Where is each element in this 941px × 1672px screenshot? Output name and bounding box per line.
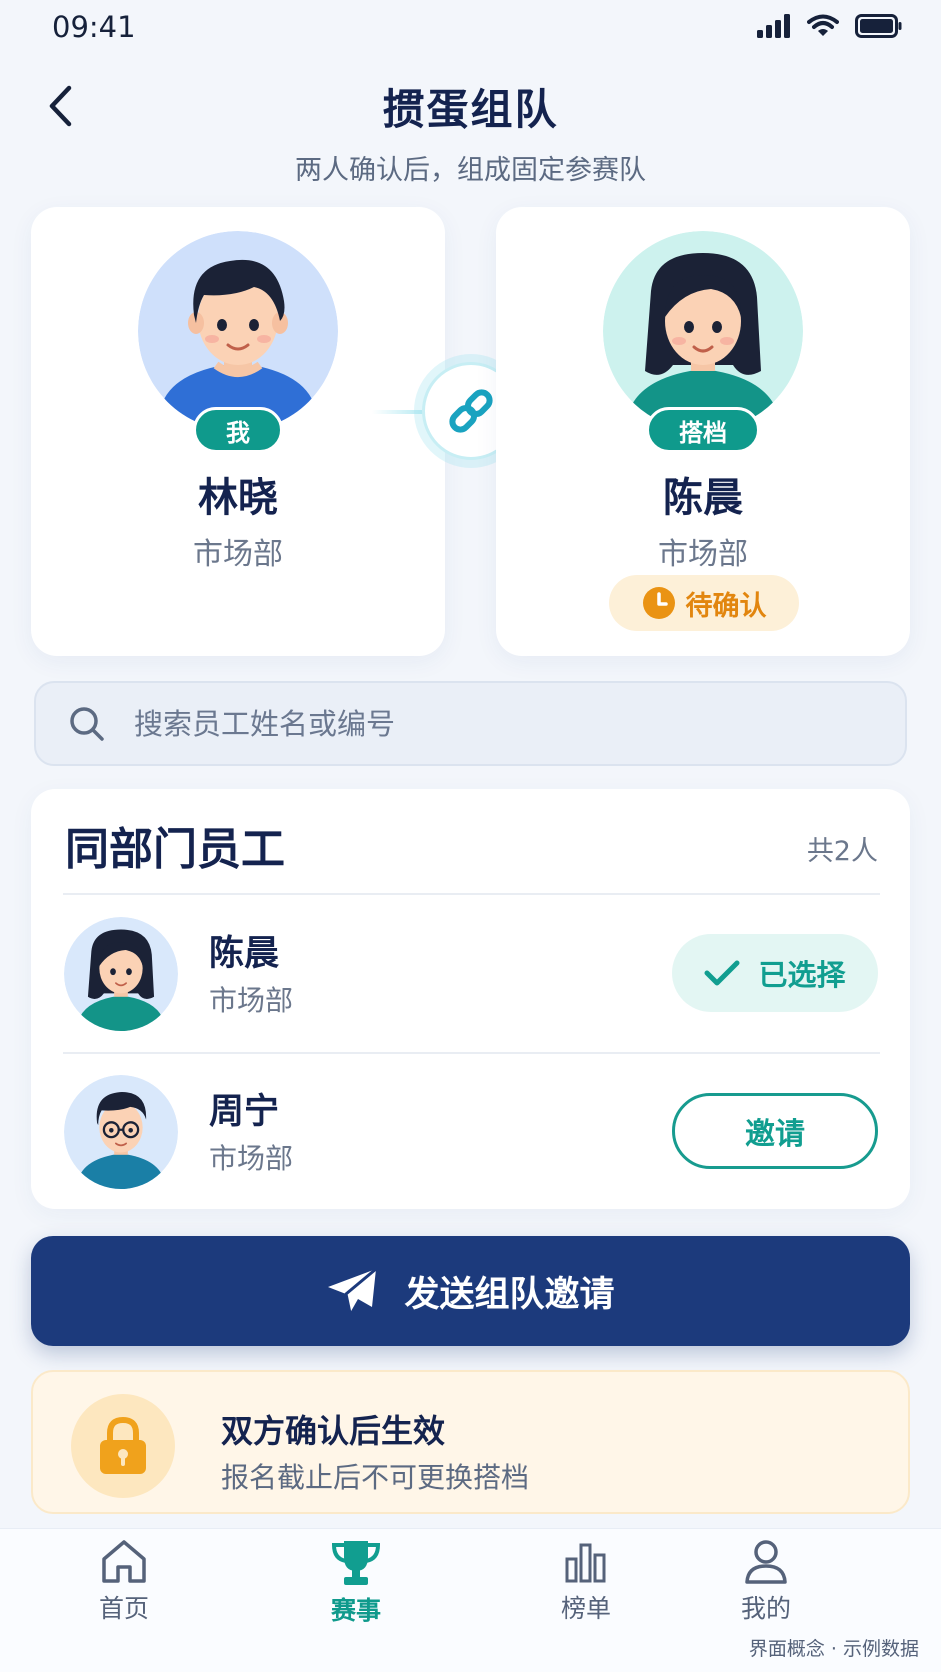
partner-tag-badge: 搭档 [646, 407, 760, 453]
trophy-icon [331, 1541, 381, 1585]
bar-chart-icon [565, 1543, 606, 1583]
paper-plane-icon [328, 1267, 378, 1314]
my-profile-card: 我 林晓 市场部 [31, 207, 445, 656]
nav-item-leaderboard[interactable]: 榜单 [521, 1539, 651, 1625]
nav-label: 首页 [98, 1594, 149, 1623]
colleague-department: 市场部 [209, 984, 294, 1017]
search-input[interactable] [134, 706, 834, 741]
colleague-avatar [64, 1075, 178, 1189]
my-department: 市场部 [193, 537, 283, 572]
status-time: 09:41 [52, 10, 136, 44]
partner-department: 市场部 [658, 537, 748, 572]
my-name: 林晓 [198, 475, 278, 521]
wifi-icon [807, 14, 839, 36]
clock-icon [642, 587, 675, 619]
list-title: 同部门员工 [65, 824, 285, 875]
list-count: 共2人 [806, 836, 878, 867]
home-icon [102, 1540, 146, 1583]
battery-icon [855, 14, 902, 38]
list-divider [63, 1052, 880, 1054]
list-item: 周宁 市场部 邀请 [31, 1057, 910, 1207]
nav-label: 我的 [740, 1594, 791, 1623]
colleague-avatar [64, 917, 178, 1031]
selected-button[interactable]: 已选择 [672, 934, 878, 1012]
nav-label: 榜单 [560, 1594, 611, 1623]
partner-avatar [603, 231, 803, 431]
pending-status-text: 待确认 [685, 590, 767, 622]
status-icons [757, 14, 903, 38]
me-tag-badge: 我 [193, 407, 283, 453]
selected-button-label: 已选择 [758, 958, 846, 992]
nav-item-events[interactable]: 赛事 [291, 1539, 421, 1627]
page-subtitle: 两人确认后，组成固定参赛队 [295, 155, 646, 186]
invite-button[interactable]: 邀请 [672, 1093, 878, 1169]
colleague-list-card: 同部门员工 共2人 陈晨 市场部 已选择 周宁 市场部 邀请 [31, 789, 910, 1209]
footnote: 界面概念 · 示例数据 [748, 1638, 919, 1660]
send-team-invite-button[interactable]: 发送组队邀请 [31, 1236, 910, 1346]
partner-profile-card: 搭档 陈晨 市场部 待确认 [496, 207, 910, 656]
notice-card: 双方确认后生效 报名截止后不可更换搭档 [31, 1370, 910, 1514]
notice-subtitle: 报名截止后不可更换搭档 [221, 1461, 530, 1494]
lock-icon [71, 1394, 175, 1498]
colleague-department: 市场部 [209, 1142, 294, 1175]
list-item: 陈晨 市场部 已选择 [31, 899, 910, 1049]
page-title: 掼蛋组队 [382, 85, 559, 134]
nav-item-home[interactable]: 首页 [59, 1539, 189, 1625]
send-button-label: 发送组队邀请 [404, 1274, 615, 1315]
check-icon [704, 960, 740, 986]
list-divider [63, 893, 880, 895]
nav-label: 赛事 [330, 1596, 381, 1625]
colleague-name: 周宁 [209, 1092, 280, 1132]
user-icon [745, 1540, 787, 1584]
pending-status-badge: 待确认 [609, 575, 799, 631]
nav-item-profile[interactable]: 我的 [701, 1539, 831, 1625]
signal-icon [757, 14, 790, 38]
colleague-name: 陈晨 [209, 934, 280, 974]
partner-name: 陈晨 [663, 475, 743, 521]
my-avatar [138, 231, 338, 431]
search-icon [70, 706, 104, 741]
notice-title: 双方确认后生效 [221, 1412, 446, 1450]
search-bar[interactable] [34, 681, 907, 766]
